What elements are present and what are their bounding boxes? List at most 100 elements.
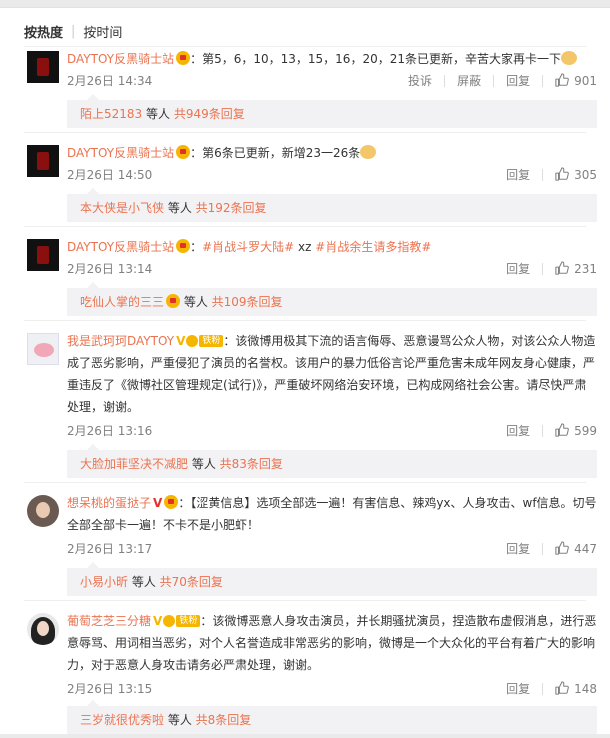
divider [24, 482, 586, 483]
comment-actions: 回复 305 [506, 166, 597, 183]
block-button[interactable]: 屏蔽 [457, 72, 481, 89]
reply-summary[interactable]: 陌上52183 等人 共949条回复 [67, 94, 597, 128]
reply-connector: 等人 [188, 457, 220, 471]
like-button[interactable]: 599 [555, 423, 597, 438]
thumb-up-icon [555, 261, 569, 275]
comment-actions: 投诉 屏蔽 回复 901 [408, 72, 597, 89]
sort-by-time-tab[interactable]: 按时间 [83, 22, 122, 41]
verified-v-icon[interactable]: V [176, 330, 185, 352]
reply-connector: 等人 [128, 575, 160, 589]
reply-count-link[interactable]: 共83条回复 [220, 457, 283, 471]
reply-count-link[interactable]: 共109条回复 [212, 295, 283, 309]
report-button[interactable]: 投诉 [408, 72, 432, 89]
reply-count-link[interactable]: 共8条回复 [196, 713, 252, 727]
comment-time: 2月26日 13:17 [67, 542, 153, 556]
verified-v-icon[interactable]: V [153, 492, 162, 514]
fan-badge[interactable]: 铁粉 [186, 335, 224, 347]
comment-time: 2月26日 14:34 [67, 74, 153, 88]
reply-summary[interactable]: 本大侠是小飞侠 等人 共192条回复 [67, 188, 597, 222]
crown-badge-icon[interactable] [176, 145, 191, 159]
topic-tag[interactable]: #肖战余生请多指教# [315, 240, 431, 254]
sort-by-hot-tab[interactable]: 按热度 [24, 22, 63, 41]
divider [542, 424, 544, 437]
comment-username[interactable]: DAYTOY反黑骑士站 [67, 52, 174, 66]
divider [24, 132, 586, 133]
reply-summary[interactable]: 三岁就很优秀啦 等人 共8条回复 [67, 700, 597, 734]
reply-connector: 等人 [180, 295, 212, 309]
thumb-up-icon [555, 541, 569, 555]
comment-item: 我是武珂珂DAYTOY V 铁粉 ：该微博用极其下流的语言侮辱、恶意谩骂公众人物，对该… [27, 330, 597, 478]
sort-separator: | [71, 23, 76, 39]
reply-summary[interactable]: 小易小昕 等人 共70条回复 [67, 562, 597, 596]
comment-time: 2月26日 13:14 [67, 262, 153, 276]
comment-actions: 回复 231 [506, 260, 597, 277]
comment-username[interactable]: DAYTOY反黑骑士站 [67, 240, 174, 254]
reply-connector: 等人 [142, 107, 174, 121]
comment-username[interactable]: 想呆桃的蛋挞子 [67, 496, 151, 510]
avatar[interactable] [27, 239, 59, 271]
crown-badge-icon[interactable] [164, 495, 179, 509]
comment-meta: 2月26日 14:34 投诉 屏蔽 回复 901 [67, 72, 597, 88]
reply-button[interactable]: 回复 [506, 260, 530, 277]
comment-username[interactable]: 葡萄芝芝三分糖 [67, 614, 151, 628]
avatar[interactable] [27, 333, 59, 365]
comment-body: DAYTOY反黑骑士站 ：#肖战斗罗大陆# xz #肖战余生请多指教# [67, 236, 597, 258]
reply-button[interactable]: 回复 [506, 540, 530, 557]
comment-colon: ： [190, 240, 203, 254]
comment-meta: 2月26日 13:14 回复 231 [67, 260, 597, 276]
like-count: 599 [574, 424, 597, 438]
fan-badge-label: 铁粉 [176, 615, 201, 627]
reply-username[interactable]: 大脸加菲坚决不减肥 [80, 457, 188, 471]
comment-item: DAYTOY反黑骑士站 ：#肖战斗罗大陆# xz #肖战余生请多指教# 2月26日… [27, 236, 597, 316]
verified-v-icon[interactable]: V [153, 610, 162, 632]
like-button[interactable]: 305 [555, 167, 597, 182]
thumb-up-icon [555, 73, 569, 87]
divider [542, 262, 544, 275]
comment-meta: 2月26日 14:50 回复 305 [67, 166, 597, 182]
reply-button[interactable]: 回复 [506, 166, 530, 183]
reply-button[interactable]: 回复 [506, 680, 530, 697]
top-divider [0, 0, 610, 8]
crown-badge-icon [166, 294, 181, 308]
reply-summary[interactable]: 大脸加菲坚决不减肥 等人 共83条回复 [67, 444, 597, 478]
reply-count-link[interactable]: 共70条回复 [160, 575, 223, 589]
like-button[interactable]: 901 [555, 73, 597, 88]
avatar[interactable] [27, 51, 59, 83]
reply-username[interactable]: 三岁就很优秀啦 [80, 713, 164, 727]
reply-button[interactable]: 回复 [506, 422, 530, 439]
divider [444, 74, 446, 87]
reply-username[interactable]: 小易小昕 [80, 575, 128, 589]
avatar[interactable] [27, 495, 59, 527]
comment-username[interactable]: DAYTOY反黑骑士站 [67, 146, 174, 160]
comment-actions: 回复 148 [506, 680, 597, 697]
like-button[interactable]: 231 [555, 261, 597, 276]
reply-connector: 等人 [164, 713, 196, 727]
reply-count-link[interactable]: 共949条回复 [174, 107, 245, 121]
avatar[interactable] [27, 145, 59, 177]
divider [542, 74, 544, 87]
crown-badge-icon[interactable] [176, 239, 191, 253]
reply-button[interactable]: 回复 [506, 72, 530, 89]
comment-username[interactable]: 我是武珂珂DAYTOY [67, 334, 174, 348]
like-button[interactable]: 148 [555, 681, 597, 696]
reply-count-link[interactable]: 共192条回复 [196, 201, 267, 215]
comment-text: ：第5，6，10，13，15，16，20，21条已更新，辛苦大家再卡一下 [190, 52, 561, 66]
comment-text: ：第6条已更新，新增23一26条 [190, 146, 361, 160]
avatar[interactable] [27, 613, 59, 645]
reply-username[interactable]: 陌上52183 [80, 107, 142, 121]
reply-username[interactable]: 本大侠是小飞侠 [80, 201, 164, 215]
reply-summary[interactable]: 吃仙人掌的三三 等人 共109条回复 [67, 282, 597, 316]
comment-actions: 回复 447 [506, 540, 597, 557]
comment-item: DAYTOY反黑骑士站 ：第6条已更新，新增23一26条 2月26日 14:50 … [27, 142, 597, 222]
crown-badge-icon[interactable] [176, 51, 191, 65]
reply-username[interactable]: 吃仙人掌的三三 [80, 295, 164, 309]
pray-emoji-icon [560, 51, 577, 65]
topic-tag[interactable]: #肖战斗罗大陆# [202, 240, 294, 254]
like-button[interactable]: 447 [555, 541, 597, 556]
comment-text: xz [294, 240, 316, 254]
fan-heart-icon [163, 615, 176, 627]
fan-badge[interactable]: 铁粉 [163, 615, 201, 627]
divider [542, 168, 544, 181]
comment-meta: 2月26日 13:15 回复 148 [67, 680, 597, 696]
reply-connector: 等人 [164, 201, 196, 215]
